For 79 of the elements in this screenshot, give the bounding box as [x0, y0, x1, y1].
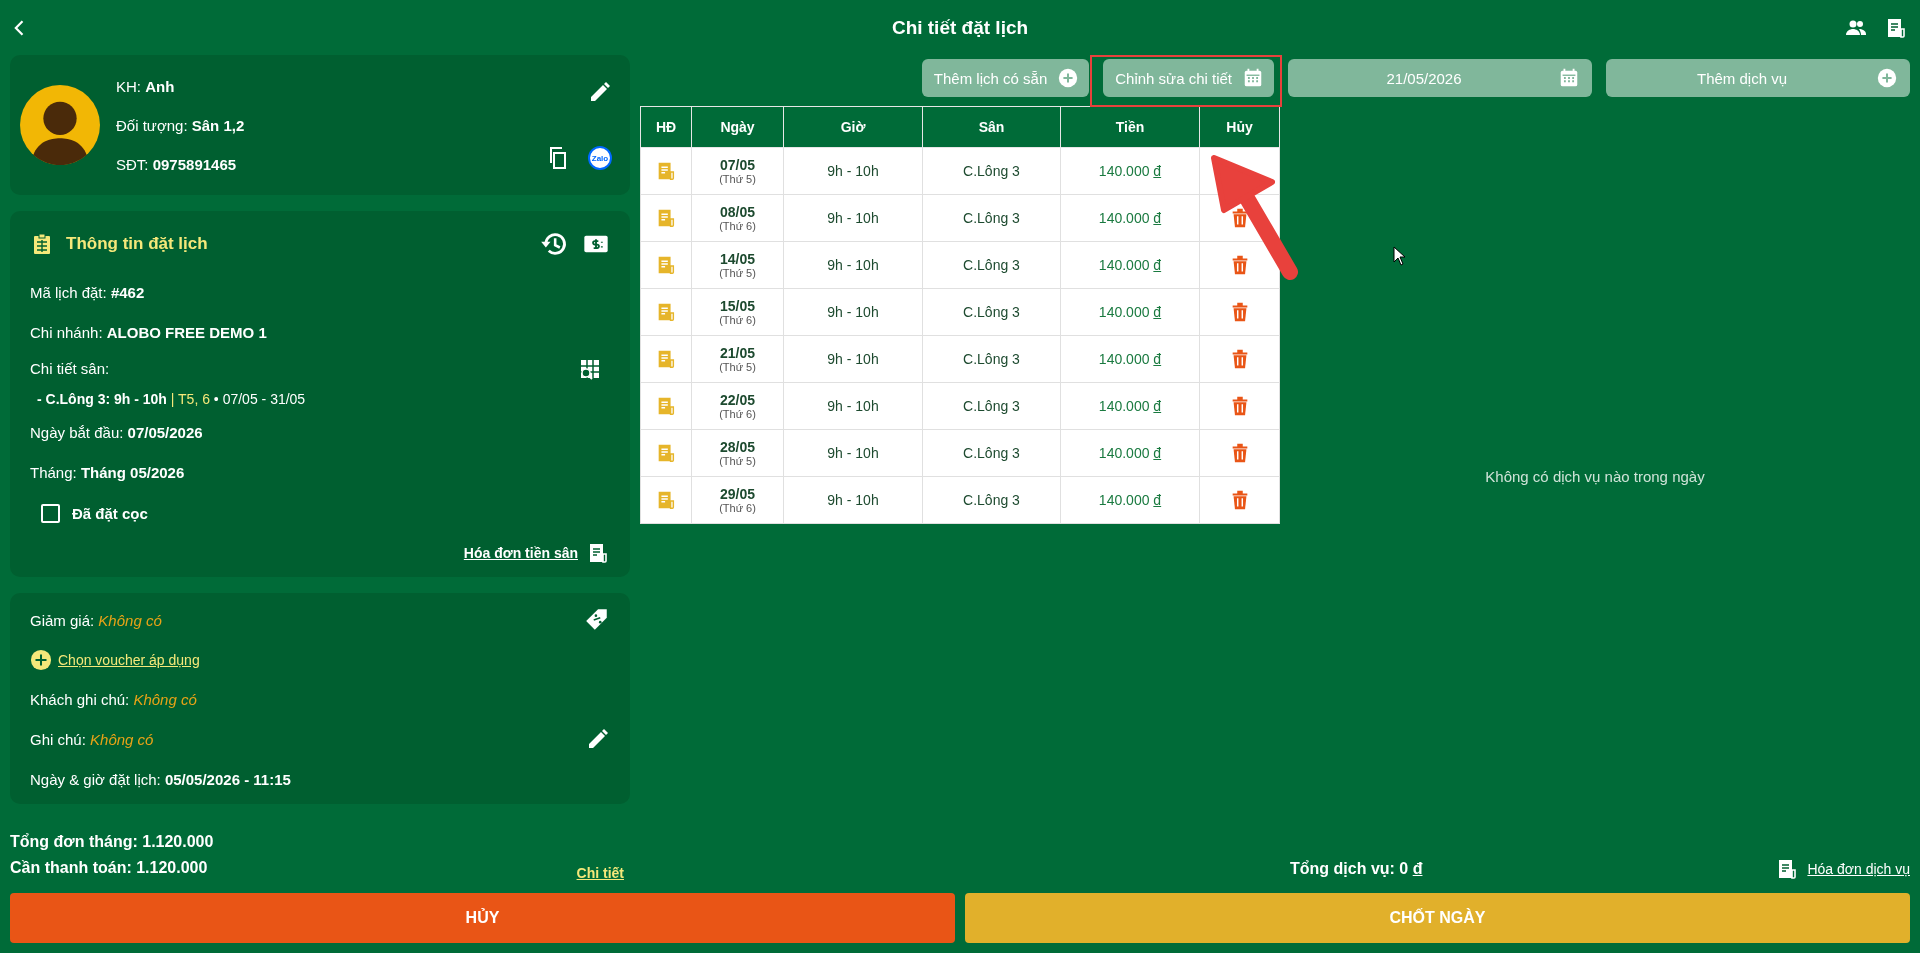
column-header: Sân: [922, 106, 1061, 148]
amount-cell: 140.000 đ: [1060, 147, 1200, 195]
calendar-icon: [1242, 67, 1264, 89]
table-cell: 9h - 10h: [783, 288, 923, 336]
amount-cell: 140.000 đ: [1060, 241, 1200, 289]
date-cell: 15/05 (Thứ 6): [691, 288, 784, 336]
service-total: Tổng dịch vụ: 0 đ: [1290, 860, 1423, 878]
voucher-link[interactable]: Chọn voucher áp dụng: [58, 651, 200, 668]
close-day-button[interactable]: CHỐT NGÀY: [965, 893, 1910, 943]
history-icon[interactable]: [540, 230, 568, 258]
amount-cell: 140.000 đ: [1060, 335, 1200, 383]
amount-cell: 140.000 đ: [1060, 194, 1200, 242]
info-field: Mã lịch đặt: #462: [30, 273, 610, 313]
amount-cell: 140.000 đ: [1060, 288, 1200, 336]
grid-search-icon[interactable]: [578, 357, 602, 381]
info-field: Ngày & giờ đặt lịch: 05/05/2026 - 11:15: [30, 770, 291, 788]
note-field: Giảm giá: Không có: [30, 611, 162, 629]
page-title: Chi tiết đặt lịch: [891, 16, 1029, 39]
date-cell: 21/05 (Thứ 5): [691, 335, 784, 383]
table-cell: C.Lông 3: [922, 241, 1061, 289]
plus-icon[interactable]: [30, 648, 52, 671]
date-cell: 08/05 (Thứ 6): [691, 194, 784, 242]
amount-due: Cần thanh toán: 1.120.000: [10, 858, 209, 878]
table-cell: 9h - 10h: [783, 241, 923, 289]
date-cell: 28/05 (Thứ 5): [691, 429, 784, 477]
table-cell: 9h - 10h: [783, 382, 923, 430]
info-label: Chi tiết sân:: [30, 359, 110, 379]
table-cell: C.Lông 3: [922, 429, 1061, 477]
plus-icon: [1057, 67, 1080, 89]
customer-phone: SĐT: 0975891465: [116, 155, 238, 173]
mouse-cursor-icon: [1393, 246, 1407, 266]
section-title: Thông tin đặt lịch: [66, 234, 209, 254]
column-header: Giờ: [783, 106, 923, 148]
checkbox-label: Đã đặt cọc: [72, 504, 148, 522]
table-cell: C.Lông 3: [922, 194, 1061, 242]
edit-details-button[interactable]: Chỉnh sửa chi tiết: [1103, 59, 1274, 97]
calendar-icon: [1558, 67, 1580, 89]
empty-message: Không có dịch vụ nào trong ngày: [1485, 467, 1705, 485]
invoice-link[interactable]: Hóa đơn dịch vụ: [1807, 861, 1910, 877]
customer-name: KH: Anh: [116, 77, 176, 95]
invoice-link[interactable]: Hóa đơn tiền sân: [463, 545, 578, 561]
date-cell: 22/05 (Thứ 6): [691, 382, 784, 430]
note-field: Ghi chú: Không có: [30, 730, 154, 748]
date-picker[interactable]: 21/05/2026: [1288, 59, 1592, 97]
plus-icon: [1876, 67, 1898, 89]
amount-cell: 140.000 đ: [1060, 382, 1200, 430]
info-field: Chi nhánh: ALOBO FREE DEMO 1: [30, 313, 610, 353]
add-schedule-button[interactable]: Thêm lịch có sẵn: [921, 59, 1090, 97]
column-header: Ngày: [691, 106, 784, 148]
column-header: Hủy: [1199, 106, 1280, 148]
date-cell: 14/05 (Thứ 5): [691, 241, 784, 289]
add-service-button[interactable]: Thêm dịch vụ: [1606, 59, 1910, 97]
month-total: Tổng đơn tháng: 1.120.000: [10, 832, 214, 852]
table-cell: C.Lông 3: [922, 147, 1061, 195]
deposit-checkbox[interactable]: [41, 503, 60, 523]
amount-cell: 140.000 đ: [1060, 476, 1200, 524]
court-schedule: - C.Lông 3: 9h - 10h | T5, 6 • 07/05 - 31/05: [36, 390, 307, 409]
table-cell: C.Lông 3: [922, 476, 1061, 524]
detail-link[interactable]: Chi tiết: [576, 865, 624, 881]
table-cell: 9h - 10h: [783, 194, 923, 242]
table-cell: C.Lông 3: [922, 335, 1061, 383]
info-field: Tháng: Tháng 05/2026: [30, 453, 610, 493]
note-field: Khách ghi chú: Không có: [30, 691, 197, 708]
chat-app-icon[interactable]: Zalo: [588, 146, 612, 170]
table-cell: 9h - 10h: [783, 429, 923, 477]
table-cell: C.Lông 3: [922, 288, 1061, 336]
customer-target: Đối tượng: Sân 1,2: [116, 116, 246, 134]
edit-icon[interactable]: [588, 80, 612, 104]
table-cell: 9h - 10h: [783, 147, 923, 195]
table-cell: 9h - 10h: [783, 476, 923, 524]
info-field: Ngày bắt đầu: 07/05/2026: [30, 413, 610, 453]
column-header: Tiền: [1060, 106, 1200, 148]
date-cell: 07/05 (Thứ 5): [691, 147, 784, 195]
amount-cell: 140.000 đ: [1060, 429, 1200, 477]
table-cell: C.Lông 3: [922, 382, 1061, 430]
column-header: HĐ: [640, 106, 692, 148]
table-cell: 9h - 10h: [783, 335, 923, 383]
date-cell: 29/05 (Thứ 6): [691, 476, 784, 524]
cancel-button[interactable]: HỦY: [10, 893, 955, 943]
